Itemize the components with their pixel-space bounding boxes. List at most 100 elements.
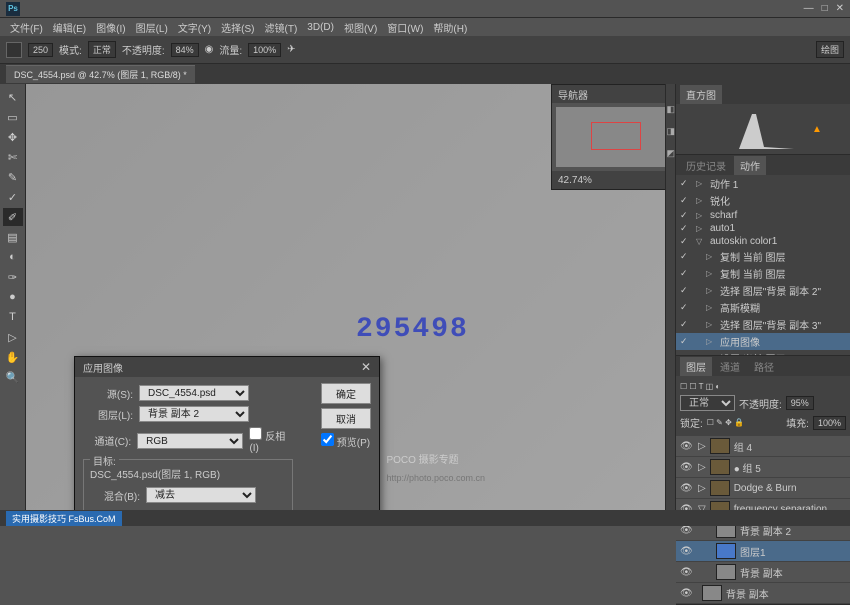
menu-item[interactable]: 窗口(W) xyxy=(383,18,427,37)
layer-item[interactable]: 👁 图层1 xyxy=(676,541,850,562)
tool-button[interactable]: ▷ xyxy=(3,328,23,346)
menubar: 文件(F)编辑(E)图像(I)图层(L)文字(Y)选择(S)滤镜(T)3D(D)… xyxy=(0,18,850,36)
tool-button[interactable]: ✋ xyxy=(3,348,23,366)
action-item[interactable]: ✓▷高斯模糊 xyxy=(676,299,850,316)
action-item[interactable]: ✓▷scharf xyxy=(676,209,850,222)
min-button[interactable]: — xyxy=(804,3,814,14)
histogram-warning-icon[interactable]: ▲ xyxy=(812,124,822,135)
layer-item[interactable]: 👁▷● 组 5 xyxy=(676,457,850,478)
actions-tab[interactable]: 动作 xyxy=(734,156,766,175)
tool-button[interactable]: T xyxy=(3,308,23,326)
tool-button[interactable]: 🔍 xyxy=(3,368,23,386)
tool-button[interactable]: ✐ xyxy=(3,208,23,226)
flow-value[interactable]: 100% xyxy=(248,43,281,57)
menu-item[interactable]: 编辑(E) xyxy=(49,18,90,37)
current-tool-icon[interactable] xyxy=(6,42,22,58)
tool-button[interactable]: ✑ xyxy=(3,268,23,286)
menu-item[interactable]: 滤镜(T) xyxy=(261,18,302,37)
layer-select[interactable]: 背景 副本 2 xyxy=(139,406,249,422)
history-tab[interactable]: 历史记录 xyxy=(680,156,732,175)
layer-item[interactable]: 👁 背景 副本 xyxy=(676,583,850,604)
options-bar: 250 模式: 正常 不透明度: 84% ◉ 流量: 100% ✈ 绘图 xyxy=(0,36,850,64)
menu-item[interactable]: 图像(I) xyxy=(92,18,129,37)
tool-button[interactable]: ↖ xyxy=(3,88,23,106)
menu-item[interactable]: 3D(D) xyxy=(303,20,338,35)
statusbar: 实用摄影技巧 FsBus.CoM xyxy=(0,510,850,526)
tool-button[interactable]: ● xyxy=(3,288,23,306)
panel-icon-3[interactable]: ◩ xyxy=(667,148,675,156)
layers-tab[interactable]: 图层 xyxy=(680,357,712,376)
layer-label: 图层(L): xyxy=(83,407,133,422)
fill-value[interactable]: 100% xyxy=(813,416,846,430)
tool-button[interactable]: ✥ xyxy=(3,128,23,146)
document-tab[interactable]: DSC_4554.psd @ 42.7% (图层 1, RGB/8) * xyxy=(6,65,195,83)
menu-item[interactable]: 图层(L) xyxy=(132,18,172,37)
tools-panel: ↖ ▭ ✥ ✄ ✎ ✓ ✐ ▤ ◐ ✑ ● T ▷ ✋ 🔍 xyxy=(0,84,26,526)
navigator-viewport-rect[interactable] xyxy=(591,122,641,150)
menu-item[interactable]: 文件(F) xyxy=(6,18,47,37)
collapsed-panels[interactable]: ◧ ◨ ◩ xyxy=(665,84,675,526)
mode-select[interactable]: 正常 xyxy=(88,41,116,58)
action-item[interactable]: ✓▽autoskin color1 xyxy=(676,235,850,248)
airbrush-icon[interactable]: ✈ xyxy=(287,44,295,55)
action-item[interactable]: ✓▷选择 图层"背景 副本 3" xyxy=(676,316,850,333)
channel-select[interactable]: RGB xyxy=(137,433,243,449)
navigator-title: 导航器 xyxy=(558,87,588,102)
action-item[interactable]: ✓▷动作 1 xyxy=(676,175,850,192)
blend-select[interactable]: 减去 xyxy=(146,487,256,503)
panel-icon-1[interactable]: ◧ xyxy=(667,104,675,112)
ok-button[interactable]: 确定 xyxy=(321,383,371,404)
tool-button[interactable]: ✓ xyxy=(3,188,23,206)
flow-label: 流量: xyxy=(219,42,242,57)
navigator-zoom[interactable]: 42.74% xyxy=(558,175,592,186)
menu-item[interactable]: 选择(S) xyxy=(217,18,258,37)
channels-tab[interactable]: 通道 xyxy=(714,357,746,376)
panel-icon-2[interactable]: ◨ xyxy=(667,126,675,134)
invert-checkbox[interactable]: 反相(I) xyxy=(249,427,293,454)
action-item[interactable]: ✓▷设置 当前 图层 xyxy=(676,350,850,355)
paths-tab[interactable]: 路径 xyxy=(748,357,780,376)
status-badge: 实用摄影技巧 FsBus.CoM xyxy=(6,511,122,526)
fill-label: 填充: xyxy=(786,415,809,430)
canvas-area[interactable]: 295498 POCO 摄影专题 http://photo.poco.com.c… xyxy=(26,84,665,526)
blend-mode-select[interactable]: 正常 xyxy=(680,395,735,411)
action-item[interactable]: ✓▷复制 当前 图层 xyxy=(676,265,850,282)
brush-size[interactable]: 250 xyxy=(28,43,53,57)
action-item[interactable]: ✓▷应用图像 xyxy=(676,333,850,350)
tool-button[interactable]: ▭ xyxy=(3,108,23,126)
histogram-display: ▲ xyxy=(676,104,850,154)
menu-item[interactable]: 文字(Y) xyxy=(174,18,215,37)
cancel-button[interactable]: 取消 xyxy=(321,408,371,429)
target-value: DSC_4554.psd(图层 1, RGB) xyxy=(90,470,220,481)
layer-item[interactable]: 👁▷ Dodge & Burn xyxy=(676,478,850,499)
layer-item[interactable]: 👁 背景 副本 xyxy=(676,562,850,583)
navigator-panel[interactable]: 导航器 ▸≡ 42.74% xyxy=(551,84,665,190)
source-select[interactable]: DSC_4554.psd xyxy=(139,385,249,401)
app-logo: Ps xyxy=(6,2,20,16)
layer-item[interactable]: 👁▷ 组 4 xyxy=(676,436,850,457)
tool-button[interactable]: ✎ xyxy=(3,168,23,186)
action-item[interactable]: ✓▷选择 图层"背景 副本 2" xyxy=(676,282,850,299)
layer-opacity-value[interactable]: 95% xyxy=(786,396,814,410)
apply-image-dialog: 应用图像 ✕ 确定 取消 预览(P) 源(S): DSC_4554.psd 图层… xyxy=(74,356,380,526)
max-button[interactable]: □ xyxy=(822,3,828,14)
tool-button[interactable]: ✄ xyxy=(3,148,23,166)
pressure-icon[interactable]: ◉ xyxy=(205,44,214,55)
navigator-thumbnail[interactable] xyxy=(556,107,665,167)
menu-item[interactable]: 视图(V) xyxy=(340,18,381,37)
lock-label: 锁定: xyxy=(680,415,703,430)
tool-button[interactable]: ◐ xyxy=(3,248,23,266)
workspace-select[interactable]: 绘图 xyxy=(816,41,844,58)
histogram-tab[interactable]: 直方图 xyxy=(680,85,722,104)
tool-button[interactable]: ▤ xyxy=(3,228,23,246)
preview-checkbox[interactable]: 预览(P) xyxy=(321,433,371,449)
action-item[interactable]: ✓▷auto1 xyxy=(676,222,850,235)
watermark-number: 295498 xyxy=(356,314,469,345)
action-item[interactable]: ✓▷复制 当前 图层 xyxy=(676,248,850,265)
target-label: 目标: xyxy=(90,453,119,468)
action-item[interactable]: ✓▷锐化 xyxy=(676,192,850,209)
opacity-value[interactable]: 84% xyxy=(171,43,199,57)
menu-item[interactable]: 帮助(H) xyxy=(429,18,471,37)
dialog-close-icon[interactable]: ✕ xyxy=(361,360,371,374)
close-button[interactable]: ✕ xyxy=(836,3,844,14)
